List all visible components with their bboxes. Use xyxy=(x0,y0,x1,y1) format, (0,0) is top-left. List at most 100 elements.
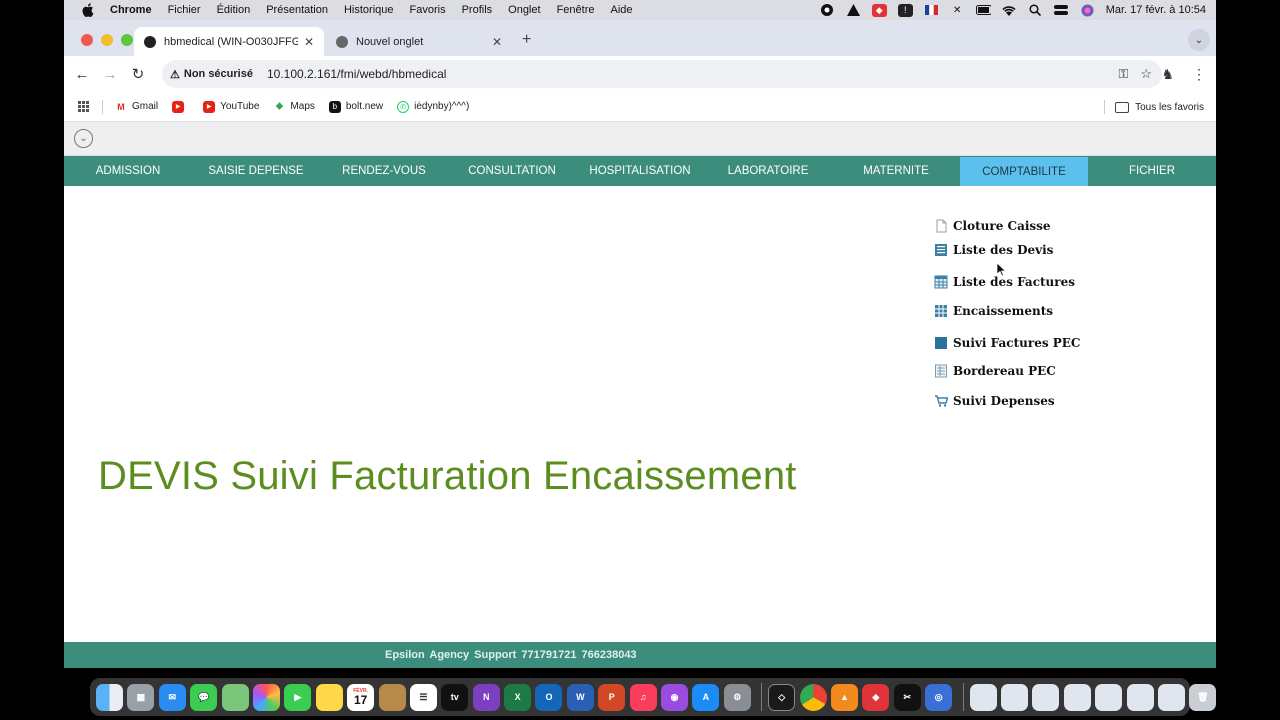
siri-icon[interactable] xyxy=(1080,4,1095,17)
menu-favoris[interactable]: Favoris xyxy=(410,4,446,16)
maps-icon[interactable] xyxy=(221,683,249,711)
screenshot-thumb-icon[interactable] xyxy=(1095,683,1123,711)
facetime-icon[interactable]: ▶ xyxy=(284,683,312,711)
close-tab-icon[interactable]: ✕ xyxy=(304,35,314,49)
anydesk-icon[interactable]: ◆ xyxy=(862,683,890,711)
menu-datetime[interactable]: Mar. 17 févr. à 10:54 xyxy=(1106,4,1206,16)
url-text[interactable]: 10.100.2.161/fmi/webd/hbmedical xyxy=(267,67,446,81)
menu-edition[interactable]: Édition xyxy=(217,4,251,16)
menu-fenetre[interactable]: Fenêtre xyxy=(557,4,595,16)
tab-new[interactable]: Nouvel onglet ✕ xyxy=(326,27,512,56)
nav-saisie-depense[interactable]: SAISIE DEPENSE xyxy=(192,156,320,186)
powerpoint-icon[interactable]: P xyxy=(598,683,626,711)
bookmark-star-icon[interactable]: ☆ xyxy=(1140,66,1152,82)
outlook-icon[interactable]: O xyxy=(535,683,563,711)
reload-icon[interactable]: ↻ xyxy=(124,65,152,83)
nav-laboratoire[interactable]: LABORATOIRE xyxy=(704,156,832,186)
apps-grid-icon[interactable] xyxy=(78,100,90,113)
chrome-icon[interactable] xyxy=(799,683,827,711)
submenu-suivi-factures-pec[interactable]: Suivi Factures PEC xyxy=(934,336,1080,350)
security-indicator[interactable]: ⚠ Non sécurisé xyxy=(170,68,253,81)
system-settings-icon[interactable]: ⚙ xyxy=(723,683,751,711)
tab-search-icon[interactable]: ⌄ xyxy=(1188,29,1210,51)
flag-icon[interactable] xyxy=(924,4,939,17)
app-store-icon[interactable]: A xyxy=(692,683,720,711)
word-icon[interactable]: W xyxy=(566,683,594,711)
mail-icon[interactable]: ✉ xyxy=(158,683,186,711)
nav-comptabilite[interactable]: COMPTABILITE xyxy=(960,157,1088,186)
screenshot-thumb-icon[interactable] xyxy=(1000,683,1028,711)
battery-icon[interactable] xyxy=(975,4,991,17)
finder-icon[interactable] xyxy=(96,683,123,711)
nav-fichier[interactable]: FICHIER xyxy=(1088,156,1216,186)
bookmark-youtube[interactable]: ▶ YouTube xyxy=(203,100,259,113)
remote-app-icon[interactable]: ◇ xyxy=(768,683,796,711)
reminders-icon[interactable]: ☰ xyxy=(409,683,437,711)
warning-icon[interactable] xyxy=(846,4,861,17)
trash-icon[interactable]: 🗑 xyxy=(1189,683,1217,711)
menu-historique[interactable]: Historique xyxy=(344,4,394,16)
menu-presentation[interactable]: Présentation xyxy=(266,4,328,16)
screenshot-thumb-icon[interactable] xyxy=(1157,683,1185,711)
back-icon[interactable]: ← xyxy=(68,66,96,83)
screenshot-thumb-icon[interactable] xyxy=(1126,683,1154,711)
submenu-encaissements[interactable]: Encaissements xyxy=(934,304,1053,318)
menu-onglet[interactable]: Onglet xyxy=(508,4,540,16)
bookmark-gmail[interactable]: M Gmail xyxy=(115,101,158,113)
submenu-liste-factures[interactable]: Liste des Factures xyxy=(934,275,1075,289)
apple-icon[interactable] xyxy=(82,3,96,17)
calendar-icon[interactable]: FÉVR. 17 xyxy=(347,683,375,711)
chevron-down-icon[interactable]: ⌄ xyxy=(74,129,93,148)
excel-icon[interactable]: X xyxy=(504,683,532,711)
menu-app-name[interactable]: Chrome xyxy=(110,4,152,16)
screenshot-thumb-icon[interactable] xyxy=(1032,683,1060,711)
quick-look-icon[interactable]: ◎ xyxy=(925,683,953,711)
all-bookmarks[interactable]: Tous les favoris xyxy=(1104,92,1204,122)
chrome-menu-icon[interactable]: ⋮ xyxy=(1192,66,1206,83)
apple-tv-icon[interactable]: tv xyxy=(441,683,469,711)
podcasts-icon[interactable]: ◉ xyxy=(661,683,689,711)
music-icon[interactable]: ♫ xyxy=(629,683,657,711)
capcut-icon[interactable]: ✂ xyxy=(893,683,921,711)
vlc-icon[interactable]: ▲ xyxy=(830,683,858,711)
tab-hbmedical[interactable]: hbmedical (WIN-O030JFFGV ✕ xyxy=(134,27,324,56)
wifi-icon[interactable] xyxy=(1002,4,1017,17)
onenote-icon[interactable]: N xyxy=(472,683,500,711)
nav-consultation[interactable]: CONSULTATION xyxy=(448,156,576,186)
nav-rendez-vous[interactable]: RENDEZ-VOUS xyxy=(320,156,448,186)
photos-icon[interactable] xyxy=(252,683,280,711)
submenu-suivi-depenses[interactable]: Suivi Depenses xyxy=(934,394,1055,408)
submenu-cloture-caisse[interactable]: Cloture Caisse xyxy=(934,219,1051,233)
search-icon[interactable] xyxy=(1028,4,1043,17)
maximize-window-button[interactable] xyxy=(121,34,133,46)
screenshot-thumb-icon[interactable] xyxy=(969,683,997,711)
nav-maternite[interactable]: MATERNITE xyxy=(832,156,960,186)
new-tab-icon[interactable]: + xyxy=(522,31,531,49)
notes-icon[interactable]: ! xyxy=(897,3,913,17)
address-bar[interactable]: ⚠ Non sécurisé 10.100.2.161/fmi/webd/hbm… xyxy=(162,60,1162,88)
profile-avatar-icon[interactable]: ♞ xyxy=(1161,66,1174,83)
anydesk-icon[interactable]: ◆ xyxy=(871,3,887,17)
control-center-icon[interactable] xyxy=(1054,4,1069,17)
password-key-icon[interactable]: ⚿ xyxy=(1118,66,1128,82)
screenshot-thumb-icon[interactable] xyxy=(1063,683,1091,711)
bluetooth-off-icon[interactable]: ✕ xyxy=(950,4,965,17)
launchpad-icon[interactable]: ▦ xyxy=(127,683,155,711)
bookmark-bolt[interactable]: b bolt.new xyxy=(328,100,383,113)
menu-fichier[interactable]: Fichier xyxy=(168,4,201,16)
close-tab-icon[interactable]: ✕ xyxy=(492,35,502,49)
submenu-liste-devis[interactable]: Liste des Devis xyxy=(934,243,1053,257)
forward-icon[interactable]: → xyxy=(96,66,124,83)
close-window-button[interactable] xyxy=(81,34,93,46)
bookmark-whatsapp[interactable]: ✆ iėdynby)^^^) xyxy=(397,100,469,113)
submenu-bordereau-pec[interactable]: Bordereau PEC xyxy=(934,364,1056,378)
menu-aide[interactable]: Aide xyxy=(610,4,632,16)
bookmark-youtube-icon-only[interactable]: ▶ xyxy=(172,100,189,113)
notes-icon[interactable] xyxy=(315,683,343,711)
messages-icon[interactable]: 💬 xyxy=(190,683,218,711)
menu-profils[interactable]: Profils xyxy=(462,4,493,16)
bookmark-maps[interactable]: ⬥ Maps xyxy=(273,100,315,113)
contacts-icon[interactable] xyxy=(378,683,406,711)
nav-hospitalisation[interactable]: HOSPITALISATION xyxy=(576,156,704,186)
record-icon[interactable] xyxy=(820,4,835,17)
